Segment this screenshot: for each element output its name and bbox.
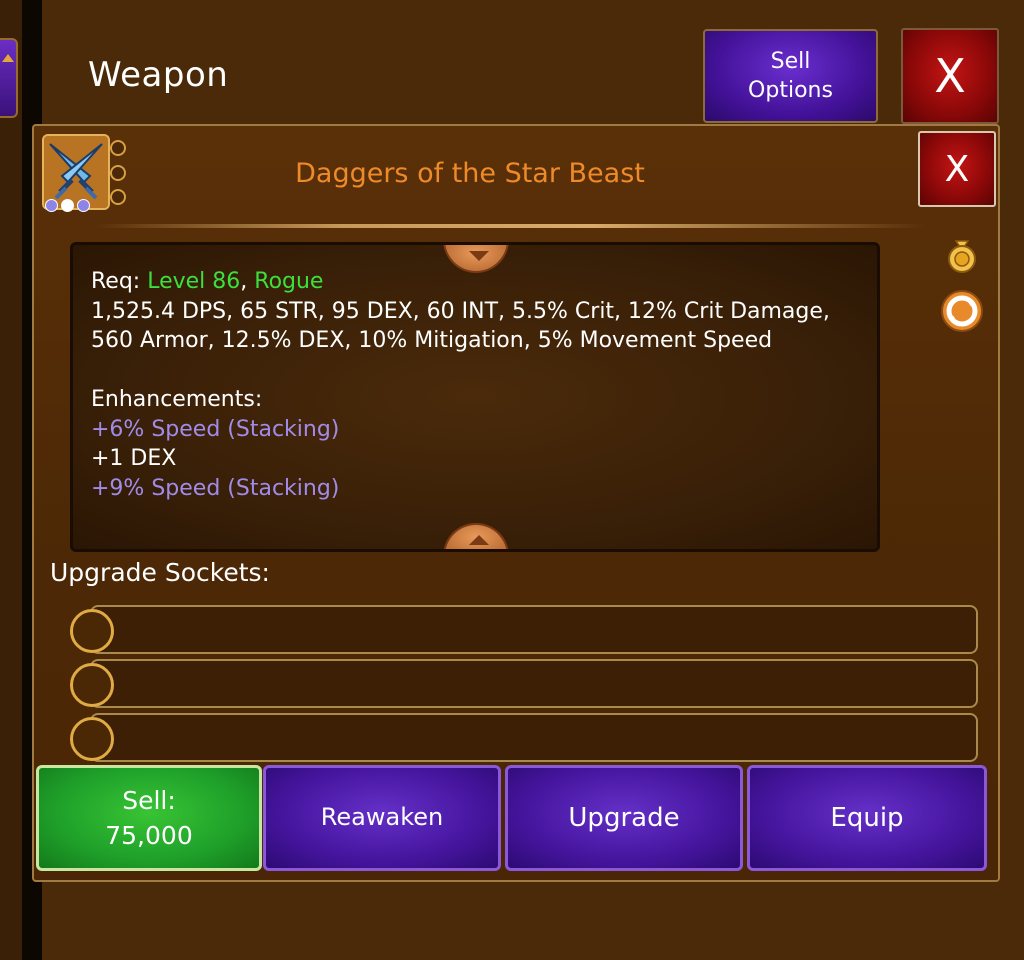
item-socket-indicator (110, 189, 126, 205)
stats-line: 560 Armor, 12.5% DEX, 10% Mitigation, 5%… (91, 328, 773, 353)
divider (95, 224, 925, 228)
arrow-up-icon (2, 54, 14, 62)
reawaken-button[interactable]: Reawaken (263, 765, 501, 871)
scroll-down-button[interactable] (443, 523, 509, 549)
enhancements-title: Enhancements: (91, 387, 263, 412)
close-window-button[interactable]: X (901, 28, 999, 124)
item-socket-indicator (110, 140, 126, 156)
chevron-down-icon (469, 251, 489, 261)
socket-circle-icon (70, 663, 114, 707)
upgrade-button[interactable]: Upgrade (505, 765, 743, 871)
requirements-prefix: Req: (91, 269, 148, 294)
requirement-class: Rogue (254, 269, 324, 294)
socket-circle-icon (70, 717, 114, 761)
equip-button[interactable]: Equip (747, 765, 987, 871)
item-name: Daggers of the Star Beast (295, 158, 645, 189)
close-panel-button[interactable]: X (918, 131, 996, 207)
left-border (0, 0, 22, 960)
chevron-up-icon (469, 535, 489, 545)
gold-pouch-icon[interactable] (942, 235, 982, 275)
item-stats-text: Req: Level 86, Rogue 1,525.4 DPS, 65 STR… (91, 267, 871, 503)
item-socket-indicator (110, 165, 126, 181)
socket-circle-icon (70, 609, 114, 653)
requirement-level: Level 86 (147, 269, 241, 294)
requirement-separator: , (240, 269, 255, 294)
item-stats-box[interactable]: Req: Level 86, Rogue 1,525.4 DPS, 65 STR… (70, 242, 880, 552)
swap-arrows-icon[interactable] (940, 289, 983, 332)
sell-button[interactable]: Sell: 75,000 (36, 765, 262, 871)
enhancement-line: +1 DEX (91, 446, 177, 471)
gem-indicator (77, 199, 90, 212)
stats-line: 1,525.4 DPS, 65 STR, 95 DEX, 60 INT, 5.5… (91, 298, 830, 324)
gem-indicator (45, 199, 58, 212)
page-title: Weapon (88, 55, 229, 95)
item-icon (42, 134, 132, 214)
upgrade-socket-slot[interactable] (90, 605, 978, 654)
enhancement-line: +6% Speed (Stacking) (91, 416, 340, 442)
upgrade-sockets-label: Upgrade Sockets: (50, 558, 270, 587)
gem-indicator (61, 199, 74, 212)
sell-options-button[interactable]: Sell Options (703, 29, 878, 123)
enhancement-line: +9% Speed (Stacking) (91, 475, 340, 501)
upgrade-socket-slot[interactable] (90, 713, 978, 762)
upgrade-socket-slot[interactable] (90, 659, 978, 708)
left-tab-button[interactable] (0, 38, 18, 118)
